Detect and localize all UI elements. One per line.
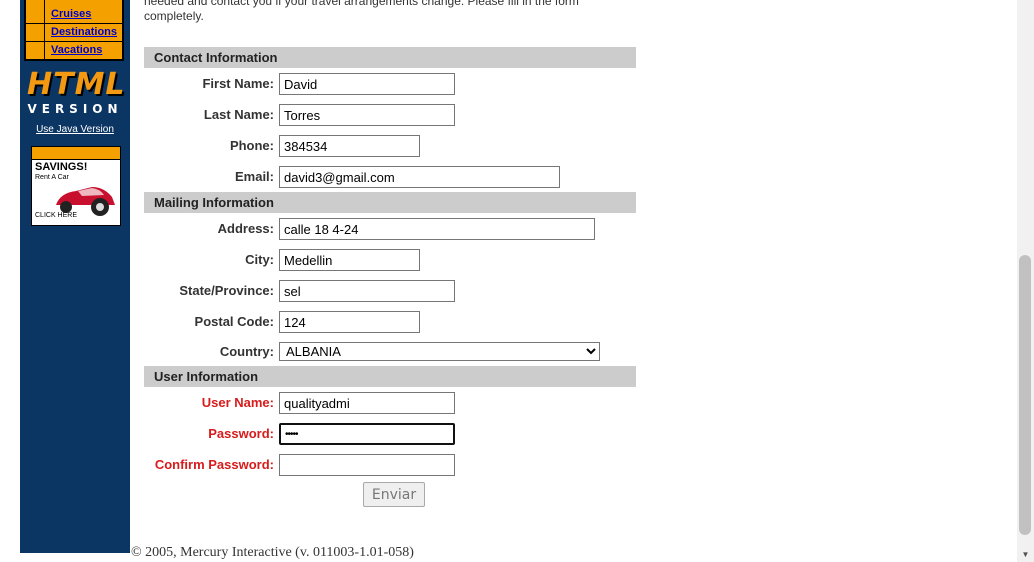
city-label: City: [245,252,274,267]
last-name-label: Last Name: [203,107,274,122]
user-name-input[interactable] [279,392,455,414]
first-name-label: First Name: [202,76,274,91]
footer-copyright: © 2005, Mercury Interactive (v. 011003-1… [131,545,414,560]
logo-html-text: HTML [27,67,126,102]
postal-code-input[interactable] [279,311,420,333]
confirm-password-input[interactable] [279,454,455,476]
country-select[interactable]: ALBANIA [279,342,600,361]
vertical-scrollbar[interactable]: ▼ [1017,0,1034,562]
state-label: State/Province: [179,283,274,298]
phone-input[interactable] [279,135,420,157]
password-label: Password: [208,426,274,441]
phone-label: Phone: [229,138,274,153]
email-input[interactable] [279,166,560,188]
city-input[interactable] [279,249,420,271]
address-label: Address: [217,221,274,236]
user-name-label: User Name: [201,395,274,410]
nav-menu: Cruises Destinations Vacations [24,0,124,61]
left-sidebar: Cruises Destinations Vacations HTML VERS… [20,0,130,553]
nav-bullet [26,24,45,42]
last-name-input[interactable] [279,104,455,126]
rent-a-car-ad[interactable]: SAVINGS! Rent A Car CLICK HERE [31,146,121,226]
scroll-down-arrow-icon[interactable]: ▼ [1017,548,1034,562]
password-input[interactable] [279,423,455,445]
html-version-logo: HTML VERSION [27,67,126,118]
section-mailing-information: Mailing Information [144,192,636,213]
nav-item-destinations[interactable]: Destinations [26,24,122,42]
postal-code-label: Postal Code: [194,314,274,329]
ad-title: SAVINGS! [35,161,88,173]
nav-item-cruises[interactable]: Cruises [26,6,122,24]
nav-link-cruises[interactable]: Cruises [51,8,91,20]
section-user-information: User Information [144,366,636,387]
first-name-input[interactable] [279,73,455,95]
state-input[interactable] [279,280,455,302]
nav-link-vacations[interactable]: Vacations [51,44,102,56]
country-label: Country: [219,344,274,359]
use-java-version-link[interactable]: Use Java Version [20,124,130,135]
address-input[interactable] [279,218,595,240]
intro-text: needed and contact you if your travel ar… [144,0,579,23]
nav-item-vacations[interactable]: Vacations [26,42,122,60]
confirm-password-label: Confirm Password: [154,457,274,472]
logo-version-text: VERSION [27,102,123,116]
enviar-button[interactable]: Enviar [363,482,425,507]
section-contact-information: Contact Information [144,47,636,68]
ad-cta: CLICK HERE [35,212,78,219]
nav-bullet [26,6,45,24]
nav-bullet [26,42,45,60]
scrollbar-thumb[interactable] [1019,255,1031,535]
nav-link-destinations[interactable]: Destinations [51,26,117,38]
email-label: Email: [234,169,274,184]
